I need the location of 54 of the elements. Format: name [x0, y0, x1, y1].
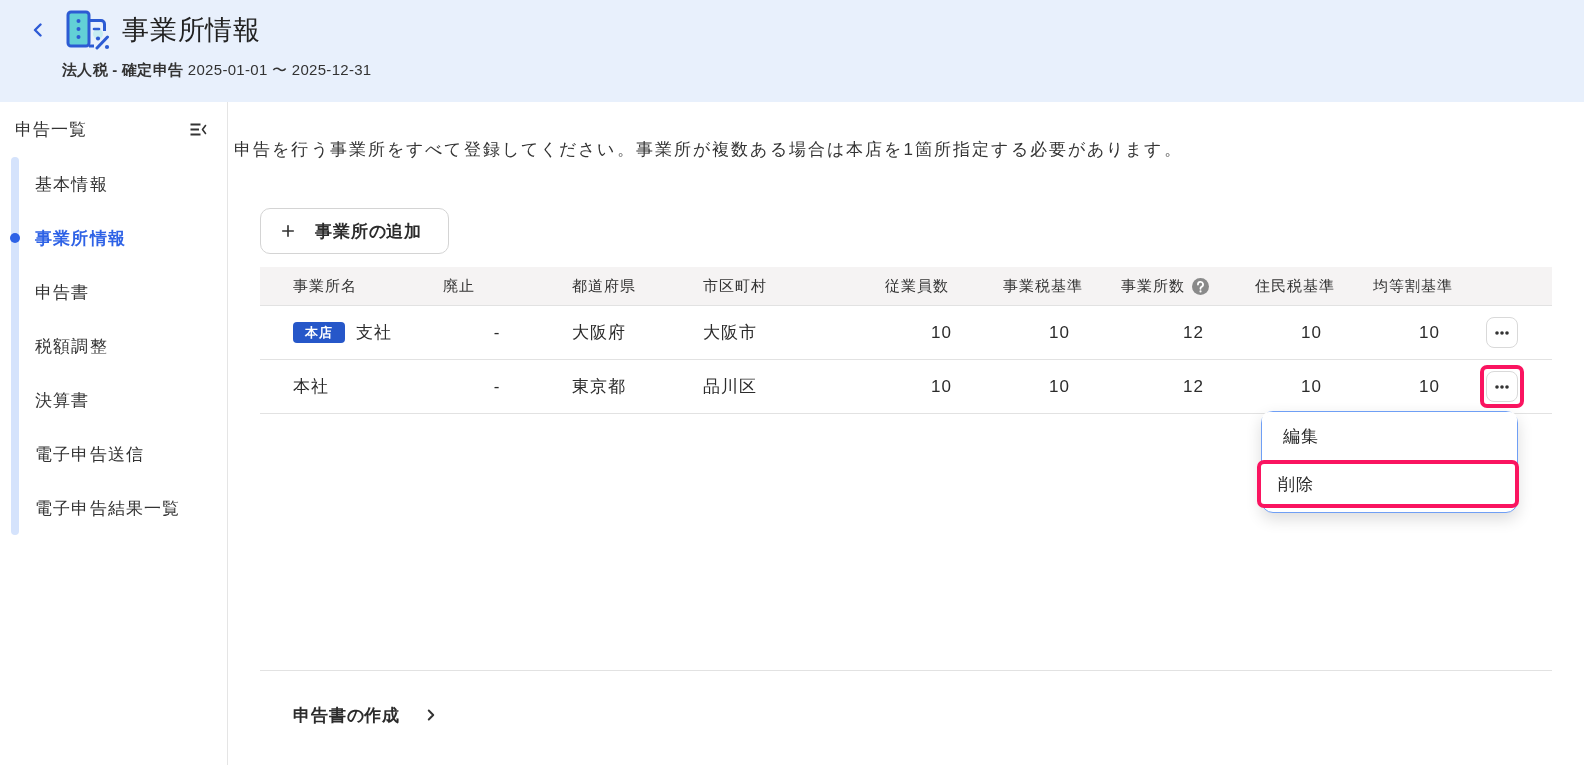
business-tax-basis: 10 — [1049, 376, 1070, 397]
column-header: 廃止 — [443, 276, 475, 296]
per-capita-basis: 10 — [1419, 322, 1440, 343]
more-icon — [1495, 384, 1509, 389]
column-header: 住民税基準 — [1255, 276, 1335, 296]
sidebar-item[interactable]: 事業所情報 — [0, 211, 227, 265]
prefecture-name: 東京都 — [572, 376, 627, 398]
add-office-button[interactable]: 事業所の追加 — [260, 208, 450, 254]
resident-tax-basis: 10 — [1301, 376, 1322, 397]
sidebar-item[interactable]: 電子申告結果一覧 — [0, 481, 227, 535]
employee-count: 10 — [931, 322, 952, 343]
menu-item[interactable]: 編集 — [1262, 412, 1517, 460]
help-icon[interactable] — [1191, 277, 1209, 295]
column-header: 均等割基準 — [1373, 276, 1453, 296]
instruction-text: 申告を行う事業所をすべて登録してください。事業所が複数ある場合は本店を1箇所指定する必要があります。 — [234, 139, 1183, 161]
column-header: 従業員数 — [885, 276, 949, 296]
row-menu-button[interactable] — [1486, 317, 1518, 348]
business-tax-basis: 10 — [1049, 322, 1070, 343]
menu-item[interactable]: 削除 — [1257, 460, 1519, 508]
office-name: 本社 — [293, 376, 330, 398]
per-capita-basis: 10 — [1419, 376, 1440, 397]
plus-icon — [279, 222, 297, 240]
sidebar-item[interactable]: 税額調整 — [0, 319, 227, 373]
prefecture-name: 大阪府 — [572, 322, 627, 344]
city-name: 品川区 — [703, 376, 758, 398]
row-menu-button[interactable] — [1486, 371, 1518, 402]
office-name: 支社 — [356, 322, 393, 344]
column-header: 市区町村 — [703, 276, 767, 296]
abolished-value: - — [493, 376, 501, 397]
sidebar-title: 申告一覧 — [15, 119, 88, 141]
resident-tax-basis: 10 — [1301, 322, 1322, 343]
sidebar-item[interactable]: 決算書 — [0, 373, 227, 427]
collapse-sidebar-button[interactable] — [188, 121, 209, 138]
building-percent-icon — [66, 10, 110, 50]
sidebar-item[interactable]: 申告書 — [0, 265, 227, 319]
column-header: 都道府県 — [572, 276, 636, 296]
employee-count: 10 — [931, 376, 952, 397]
more-icon — [1495, 330, 1509, 335]
column-header: 事業税基準 — [1003, 276, 1083, 296]
office-count: 12 — [1183, 322, 1204, 343]
page-title: 事業所情報 — [122, 14, 262, 47]
current-dot-icon — [10, 233, 20, 243]
collapse-icon — [190, 123, 207, 136]
head-office-badge: 本店 — [293, 322, 346, 343]
office-count: 12 — [1183, 376, 1204, 397]
column-header: 事業所名 — [293, 276, 357, 296]
chevron-left-icon — [32, 23, 42, 37]
sidebar-item[interactable]: 基本情報 — [0, 157, 227, 211]
abolished-value: - — [493, 322, 501, 343]
city-name: 大阪市 — [703, 322, 758, 344]
column-header: 事業所数 — [1121, 276, 1185, 296]
next-step-link[interactable]: 申告書の作成 — [293, 701, 441, 729]
sidebar-item[interactable]: 電子申告送信 — [0, 427, 227, 481]
filing-subtitle: 法人税 - 確定申告 2025-01-01 〜 2025-12-31 — [62, 61, 372, 80]
